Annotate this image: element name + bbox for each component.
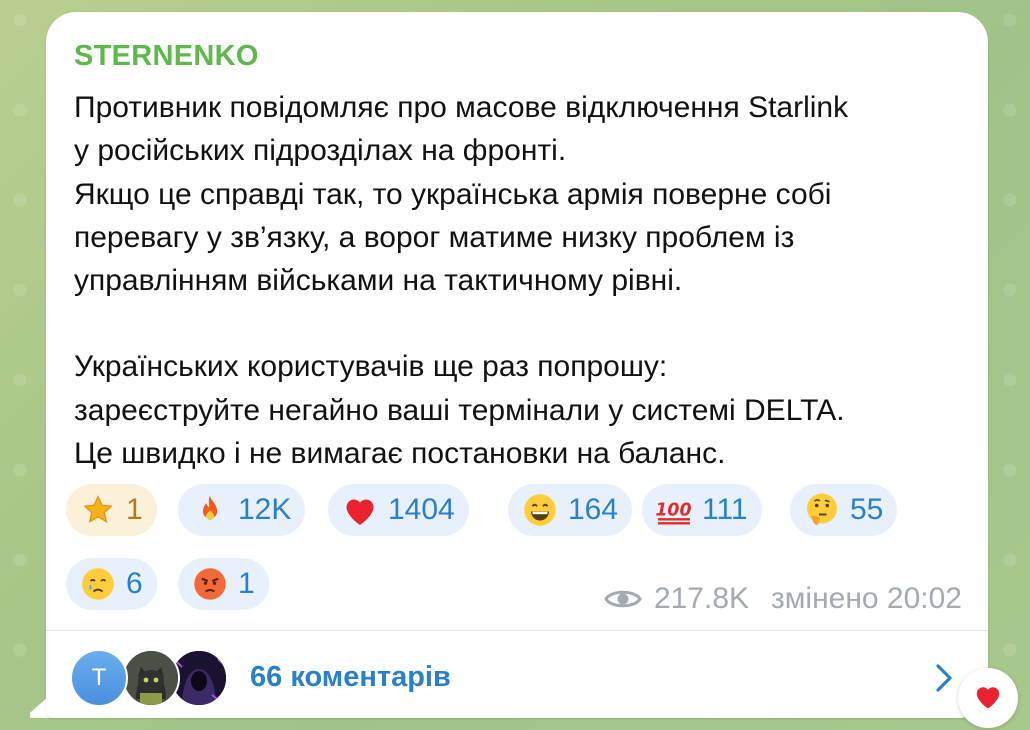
thinking-face-icon (802, 490, 842, 530)
channel-post-bubble: STERNENKO Противник повідомляє про масов… (46, 12, 988, 718)
reaction-count: 1 (126, 493, 143, 526)
reaction-count: 111 (702, 493, 748, 526)
quick-reaction-button[interactable] (958, 668, 1018, 728)
chevron-right-icon (934, 663, 954, 693)
reaction-heart[interactable]: 1404 (328, 484, 469, 536)
post-text-line: Противник повідомляє про масове відключе… (74, 91, 849, 124)
post-text-line: перевагу у зв’язку, а ворог матиме низку… (74, 220, 795, 254)
reaction-fire[interactable]: 12K (178, 484, 306, 536)
fire-icon (190, 490, 230, 530)
reaction-count: 164 (568, 493, 619, 526)
reaction-crying[interactable]: 6 (66, 558, 157, 610)
post-text-line: управлінням військами на тактичному рівн… (74, 264, 683, 298)
channel-name[interactable]: STERNENKO (74, 40, 259, 73)
avatar: T (70, 649, 128, 707)
reaction-hundred[interactable]: 100 111 (642, 484, 762, 536)
reaction-thinking[interactable]: 55 (790, 484, 898, 536)
post-text-line: Якщо це справді так, то українська армія… (74, 177, 832, 211)
hundred-points-icon: 100 (654, 490, 694, 530)
reaction-count: 1404 (388, 493, 455, 526)
heart-icon (340, 490, 380, 530)
avatar (122, 649, 180, 707)
post-text-line: зареєструйте негайно ваші термінали у си… (74, 393, 845, 427)
star-icon (78, 490, 118, 530)
comments-button[interactable]: T 66 коментарів (46, 631, 988, 718)
reaction-star[interactable]: 1 (66, 484, 157, 536)
angry-face-icon (190, 564, 230, 604)
post-text-line: Українських користувачів ще раз попрошу: (74, 350, 668, 384)
post-text-line: у російських підрозділах на фронті. (74, 134, 567, 168)
post-text-line: Це швидко і не вимагає постановки на бал… (74, 437, 726, 471)
svg-text:100: 100 (655, 500, 691, 520)
reaction-count: 6 (126, 567, 143, 600)
edited-timestamp: змінено 20:02 (771, 582, 962, 615)
reaction-count: 12K (238, 493, 292, 526)
reaction-angry[interactable]: 1 (178, 558, 269, 610)
comments-count-label: 66 коментарів (250, 661, 451, 693)
heart-icon (973, 682, 1003, 715)
view-count: 217.8K (653, 582, 750, 615)
reaction-count: 1 (238, 567, 255, 600)
reaction-grinning[interactable]: 164 (508, 484, 633, 536)
grinning-face-icon (520, 490, 560, 530)
crying-face-icon (78, 564, 118, 604)
eye-icon (604, 586, 642, 612)
post-meta: 217.8K змінено 20:02 (604, 582, 962, 616)
reaction-count: 55 (850, 493, 884, 526)
post-text: Противник повідомляє про масове відключе… (74, 86, 974, 475)
